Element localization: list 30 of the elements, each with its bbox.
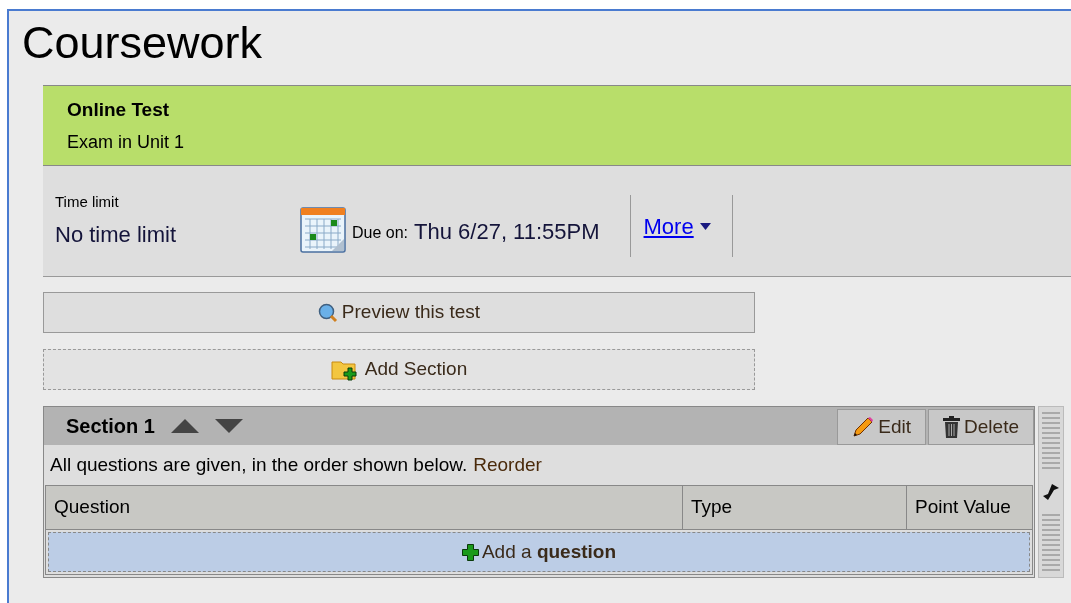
due-label: Due on: (352, 223, 409, 243)
preview-button[interactable]: Preview this test (43, 292, 755, 333)
reorder-link[interactable]: Reorder (473, 450, 542, 480)
add-question-button[interactable]: Add a question (48, 532, 1030, 572)
grip-lines-icon (1042, 513, 1060, 573)
delete-button[interactable]: Delete (928, 409, 1034, 445)
trash-icon (943, 416, 961, 438)
time-limit-label: Time limit (55, 192, 119, 213)
column-header: Point Value (915, 495, 1011, 520)
page-title: Coursework (22, 16, 263, 65)
move-up-icon[interactable] (170, 419, 199, 433)
plus-icon (461, 543, 479, 561)
resize-handle[interactable] (1038, 406, 1064, 578)
test-name: Exam in Unit 1 (67, 131, 185, 154)
edit-button[interactable]: Edit (837, 409, 927, 445)
calendar-icon (300, 207, 346, 253)
grip-lines-icon (1042, 411, 1060, 471)
pencil-icon (852, 416, 875, 438)
due-date: Thu 6/27, 11:55PM (414, 218, 600, 246)
column-header: Type (691, 495, 733, 520)
add-section-button[interactable]: Add Section (43, 349, 755, 390)
more-link[interactable]: More (643, 209, 719, 243)
section-title: Section 1 (66, 414, 155, 439)
move-down-icon[interactable] (214, 419, 243, 433)
magnifier-icon (317, 302, 338, 323)
test-type: Online Test (67, 98, 170, 122)
caret-icon (699, 222, 711, 230)
column-header: Question (54, 495, 131, 520)
time-limit-value: No time limit (55, 220, 176, 249)
order-note: All questions are given, in the order shown below. (50, 452, 468, 477)
